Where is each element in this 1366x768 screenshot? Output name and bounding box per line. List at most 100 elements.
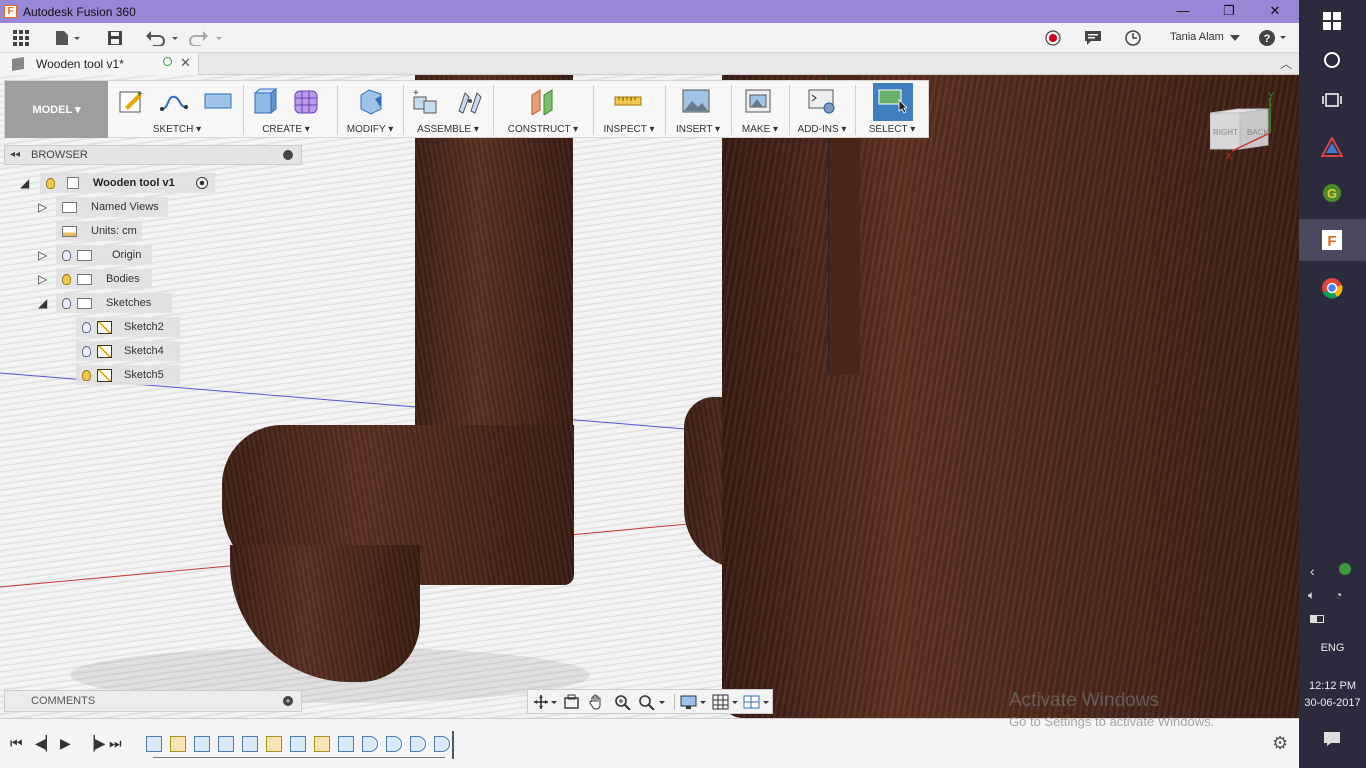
visibility-bulb-icon[interactable] [62,273,71,285]
visibility-bulb-icon[interactable] [62,297,71,309]
view-cube[interactable]: RIGHT BACK Y X [1210,91,1274,161]
language-indicator[interactable]: ENG [1299,642,1366,654]
expand-arrow-icon[interactable]: ◢ [20,176,29,190]
add-ins-group[interactable]: ADD-INS ▾ [791,81,853,138]
timeline-feature-extrude[interactable] [290,736,306,752]
maximize-button[interactable]: ❐ [1206,0,1252,23]
browser-item-sketches[interactable]: Sketches [56,293,172,313]
activate-component-icon[interactable] [196,177,208,189]
user-account-menu[interactable]: Tania Alam [1170,31,1224,43]
svg-text:+: + [413,88,419,99]
browser-panel-header[interactable]: ◂◂ BROWSER [4,145,302,165]
make-group[interactable]: MAKE ▾ [733,81,787,138]
step-back-icon[interactable]: ◀▏ [35,735,57,752]
timeline-feature-sketch[interactable] [314,736,330,752]
chrome-icon[interactable] [1321,277,1343,299]
timeline-marker[interactable] [452,731,454,759]
cortana-icon[interactable] [1321,49,1343,71]
browser-item-units[interactable]: Units: cm [56,221,142,241]
job-status-clock-icon[interactable] [1122,27,1144,49]
autodesk-app-icon[interactable] [1321,136,1343,158]
save-icon[interactable] [104,27,126,49]
fusion-360-taskbar-icon[interactable]: F [1321,229,1343,251]
viewcube-back-face[interactable]: BACK [1247,128,1269,137]
assemble-group[interactable]: + ASSEMBLE ▾ [405,81,491,138]
timeline-feature-fillet[interactable] [410,736,426,752]
visibility-bulb-icon[interactable] [46,177,55,189]
visibility-bulb-icon[interactable] [62,249,71,261]
timeline-feature-fillet[interactable] [386,736,402,752]
play-icon[interactable]: ▶ [60,735,71,752]
tray-app-icon[interactable] [1337,561,1353,577]
chevron-up-icon[interactable]: ︿ [1280,55,1292,72]
redo-icon[interactable] [188,27,224,49]
timeline-feature-extrude[interactable] [194,736,210,752]
inspect-group[interactable]: INSPECT ▾ [595,81,663,138]
select-group[interactable]: SELECT ▾ [857,81,927,138]
expand-arrow-icon[interactable]: ▷ [38,248,47,262]
clock-date[interactable]: 30-06-2017 [1299,697,1366,709]
browser-item-label: Sketches [106,297,152,309]
data-panel-grid-icon[interactable] [10,27,32,49]
construct-group[interactable]: CONSTRUCT ▾ [495,81,591,138]
battery-icon[interactable] [1310,615,1324,623]
expand-arrow-icon[interactable]: ▷ [38,272,47,286]
insert-group[interactable]: INSERT ▾ [667,81,729,138]
comments-icon[interactable] [1082,27,1104,49]
comments-panel[interactable]: COMMENTS + [4,690,302,712]
browser-item-sketch4[interactable]: Sketch4 [76,341,180,361]
close-tab-icon[interactable]: ✕ [180,55,191,71]
undo-icon[interactable] [144,27,180,49]
timeline-feature-sketch[interactable] [266,736,282,752]
browser-item-label: Named Views [91,201,159,213]
action-center-icon[interactable] [1321,728,1343,750]
collapse-panel-icon[interactable]: ◂◂ [10,149,20,160]
visibility-bulb-icon[interactable] [82,321,91,333]
canvas-viewport[interactable] [0,75,1299,718]
browser-item-sketch5[interactable]: Sketch5 [76,365,180,385]
browser-root-node[interactable]: Wooden tool v1 [40,173,215,193]
step-forward-icon[interactable]: ▕▶ [84,735,106,752]
timeline-feature-sketch[interactable] [170,736,186,752]
clock-time[interactable]: 12:12 PM [1299,680,1366,692]
timeline-feature-extrude[interactable] [218,736,234,752]
help-button[interactable]: ? [1256,27,1290,49]
close-button[interactable]: ✕ [1252,0,1298,23]
sketch-group[interactable]: + SKETCH ▾ [113,81,241,138]
comments-title: COMMENTS [31,695,96,707]
visibility-bulb-icon[interactable] [82,345,91,357]
browser-item-origin[interactable]: Origin [56,245,152,265]
expand-arrow-icon[interactable]: ▷ [38,200,47,214]
record-icon[interactable] [1042,27,1064,49]
task-view-icon[interactable] [1321,89,1343,111]
chevron-left-icon[interactable]: ‹ [1310,563,1315,579]
file-menu-icon[interactable] [52,27,84,49]
wifi-icon[interactable]: ◔ [1335,588,1342,602]
gear-icon[interactable]: ⚙ [1272,733,1288,754]
chevron-down-icon[interactable] [1228,27,1242,49]
volume-icon[interactable]: 🔈︎ [1308,588,1315,603]
visibility-bulb-icon[interactable] [82,369,91,381]
document-tab[interactable]: Wooden tool v1* ✕ [0,53,199,75]
browser-minimize-icon[interactable] [283,150,293,160]
browser-item-sketch2[interactable]: Sketch2 [76,317,180,337]
timeline-feature-extrude[interactable] [338,736,354,752]
timeline-feature-fillet[interactable] [434,736,450,752]
collapse-arrow-icon[interactable]: ◢ [38,296,47,310]
workspace-switcher[interactable]: MODEL ▾ [5,81,108,138]
browser-item-bodies[interactable]: Bodies [56,269,152,289]
g-app-icon[interactable]: G [1321,182,1343,204]
add-comment-icon[interactable]: + [283,696,293,706]
create-group[interactable]: CREATE ▾ [245,81,327,138]
browser-item-named-views[interactable]: Named Views [56,197,168,217]
timeline-feature-fillet[interactable] [362,736,378,752]
modify-group[interactable]: MODIFY ▾ [339,81,401,138]
wooden-body-right[interactable] [722,75,1299,718]
start-windows-icon[interactable] [1321,10,1343,32]
timeline-feature-extrude[interactable] [146,736,162,752]
go-to-end-icon[interactable]: ⏭ [109,735,122,752]
viewcube-right-face[interactable]: RIGHT [1213,128,1238,137]
minimize-button[interactable]: — [1160,0,1206,23]
go-to-start-icon[interactable]: ⏮ [10,735,23,752]
timeline-feature-press-pull[interactable] [242,736,258,752]
